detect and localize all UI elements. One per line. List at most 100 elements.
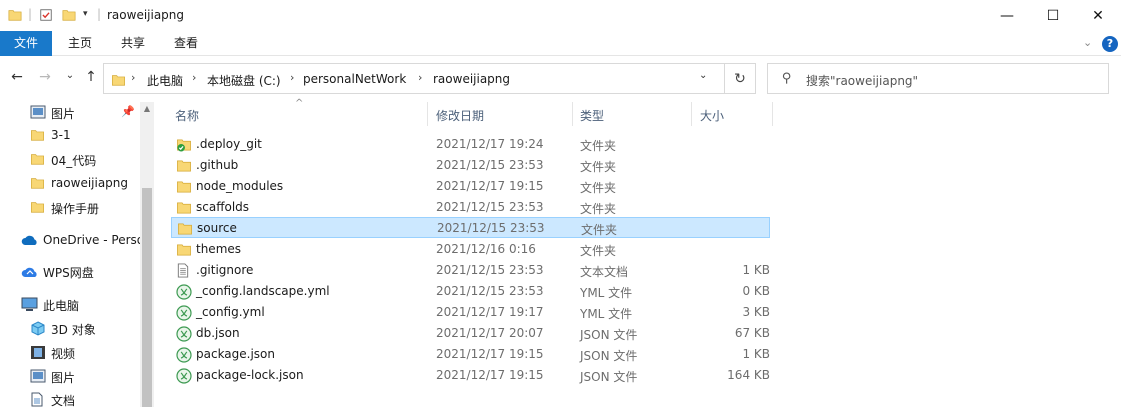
sidebar-item-manual[interactable]: 操作手册 [0, 197, 140, 219]
table-row[interactable]: _config.yml 2021/12/17 19:17 YML 文件 3 KB [171, 302, 770, 323]
breadcrumb-local-disk[interactable]: 本地磁盘 (C:) [207, 72, 281, 89]
properties-icon[interactable] [39, 8, 53, 25]
sidebar-item-wps-cloud[interactable]: WPS网盘 [0, 261, 140, 283]
table-row[interactable]: node_modules 2021/12/17 19:15 文件夹 [171, 176, 770, 197]
file-type: 文件夹 [581, 223, 618, 237]
sidebar-item-documents[interactable]: 文档 [0, 389, 140, 407]
file-size: 1 KB [742, 263, 770, 277]
close-button[interactable]: ✕ [1075, 0, 1121, 31]
breadcrumb-this-pc[interactable]: 此电脑 [147, 72, 183, 89]
column-date[interactable]: 修改日期 [436, 107, 484, 124]
customize-quick-access-icon[interactable]: ▾ [83, 9, 88, 19]
table-row[interactable]: themes 2021/12/16 0:16 文件夹 [171, 239, 770, 260]
sidebar-item-04-code[interactable]: 04_代码 [0, 149, 140, 171]
breadcrumb-separator[interactable]: › [290, 71, 294, 84]
table-row[interactable]: .gitignore 2021/12/15 23:53 文本文档 1 KB [171, 260, 770, 281]
yml-file-icon [176, 305, 192, 324]
sidebar-item-3-1[interactable]: 3-1 [0, 125, 140, 147]
computer-icon [21, 297, 38, 315]
file-type: YML 文件 [580, 307, 633, 321]
table-row[interactable]: .deploy_git 2021/12/17 19:24 文件夹 [171, 134, 770, 155]
file-type: JSON 文件 [580, 370, 638, 384]
recent-locations-button[interactable]: ⌄ [61, 70, 79, 81]
divider: | [28, 7, 33, 21]
file-name: source [197, 221, 237, 235]
table-row[interactable]: db.json 2021/12/17 20:07 JSON 文件 67 KB [171, 323, 770, 344]
file-name: db.json [196, 326, 240, 340]
sidebar-item-this-pc[interactable]: 此电脑 [0, 294, 140, 316]
minimize-button[interactable]: — [984, 0, 1030, 31]
address-history-dropdown[interactable]: ⌄ [699, 70, 707, 81]
column-divider[interactable] [572, 102, 573, 126]
file-date: 2021/12/15 23:53 [436, 263, 544, 277]
breadcrumb-separator[interactable]: › [418, 71, 422, 84]
file-size: 3 KB [742, 305, 770, 319]
tab-view[interactable]: 查看 [164, 31, 208, 56]
sidebar-item-3d-objects[interactable]: 3D 对象 [0, 318, 140, 340]
table-row[interactable]: source 2021/12/15 23:53 文件夹 [171, 217, 770, 238]
help-icon[interactable]: ? [1102, 36, 1118, 52]
file-type: 文件夹 [580, 202, 617, 216]
column-divider[interactable] [772, 102, 773, 126]
folder-icon[interactable] [8, 8, 22, 22]
maximize-button[interactable]: ☐ [1030, 0, 1076, 31]
expand-ribbon-icon[interactable]: ⌄ [1083, 36, 1092, 49]
file-date: 2021/12/15 23:53 [436, 200, 544, 214]
sidebar-item-pictures[interactable]: 图片 [0, 366, 140, 388]
videos-icon [30, 345, 46, 363]
file-date: 2021/12/17 19:15 [436, 368, 544, 382]
folder-icon [176, 158, 192, 176]
scroll-up-icon[interactable]: ▲ [140, 104, 154, 113]
tab-home[interactable]: 主页 [58, 31, 102, 56]
file-type: 文件夹 [580, 181, 617, 195]
sidebar-item-onedrive[interactable]: OneDrive - Perso [0, 230, 140, 252]
navigation-scrollbar[interactable]: ▲ [140, 102, 154, 407]
column-header: ^ 名称 修改日期 类型 大小 [154, 98, 1121, 128]
navigation-pane: 图片 📌 3-1 04_代码 raoweijiapng 操作手册 OneDriv… [0, 102, 154, 407]
breadcrumb-separator[interactable]: › [131, 71, 135, 84]
table-row[interactable]: package-lock.json 2021/12/17 19:15 JSON 文件… [171, 365, 770, 386]
file-list: ^ 名称 修改日期 类型 大小 .deploy_git 2021/12/17 19… [154, 98, 1121, 407]
file-size: 0 KB [742, 284, 770, 298]
table-row[interactable]: .github 2021/12/15 23:53 文件夹 [171, 155, 770, 176]
file-date: 2021/12/15 23:53 [436, 158, 544, 172]
address-bar[interactable]: › 此电脑 › 本地磁盘 (C:) › personalNetWork › ra… [103, 63, 756, 94]
column-divider[interactable] [427, 102, 428, 126]
file-name: package-lock.json [196, 368, 304, 382]
column-type[interactable]: 类型 [580, 107, 604, 124]
file-size: 1 KB [742, 347, 770, 361]
file-name: _config.landscape.yml [196, 284, 330, 298]
forward-button[interactable]: → [36, 69, 54, 85]
scrollbar-thumb[interactable] [142, 188, 152, 407]
file-type: JSON 文件 [580, 349, 638, 363]
up-button[interactable]: ↑ [82, 69, 100, 85]
back-button[interactable]: ← [8, 69, 26, 85]
folder-icon [30, 152, 45, 169]
table-row[interactable]: package.json 2021/12/17 19:15 JSON 文件 1 KB [171, 344, 770, 365]
json-file-icon [176, 368, 192, 387]
refresh-button[interactable]: ↻ [724, 63, 755, 94]
yml-file-icon [176, 284, 192, 303]
pin-icon[interactable]: 📌 [121, 105, 135, 118]
table-row[interactable]: scaffolds 2021/12/15 23:53 文件夹 [171, 197, 770, 218]
column-divider[interactable] [691, 102, 692, 126]
file-name: themes [196, 242, 242, 256]
breadcrumb-personalnetwork[interactable]: personalNetWork [303, 72, 406, 86]
json-file-icon [176, 326, 192, 345]
file-name: _config.yml [196, 305, 265, 319]
new-folder-icon[interactable] [62, 8, 76, 25]
breadcrumb-raoweijiapng[interactable]: raoweijiapng [433, 72, 510, 86]
sidebar-item-videos[interactable]: 视频 [0, 342, 140, 364]
file-size: 67 KB [734, 326, 770, 340]
sidebar-item-raoweijiapng[interactable]: raoweijiapng [0, 173, 140, 195]
breadcrumb-separator[interactable]: › [192, 71, 196, 84]
title-bar: | ▾ | raoweijiapng — ☐ ✕ [0, 0, 1121, 31]
tab-share[interactable]: 共享 [111, 31, 155, 56]
table-row[interactable]: _config.landscape.yml 2021/12/15 23:53 YML… [171, 281, 770, 302]
column-name[interactable]: 名称 [175, 107, 199, 124]
sidebar-item-pictures-quick[interactable]: 图片 📌 [0, 102, 140, 124]
tab-file[interactable]: 文件 [0, 31, 52, 56]
file-type: 文件夹 [580, 244, 617, 258]
column-size[interactable]: 大小 [700, 107, 724, 124]
search-input[interactable]: ⚲ 搜索"raoweijiapng" [767, 63, 1109, 94]
